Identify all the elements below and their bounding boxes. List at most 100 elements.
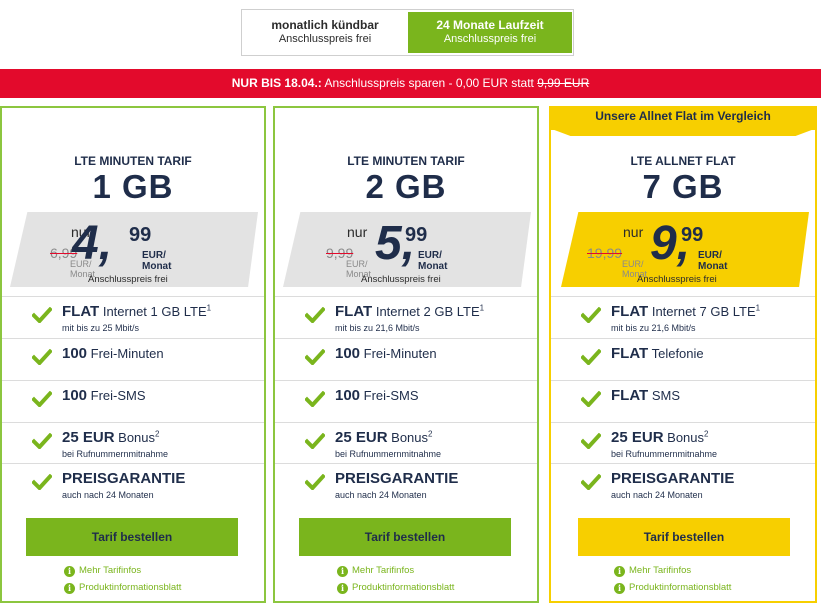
product-info-sheet-link[interactable]: i Produktinformationsblatt [614,582,731,594]
tariff-name: LTE MINUTEN TARIF [347,154,465,168]
link-label: Produktinformationsblatt [629,582,732,593]
option-24-months[interactable]: 24 Monate Laufzeit Anschlusspreis frei [408,12,572,53]
feature-row: 100 Frei-Minuten [275,338,537,380]
option-subtitle: Anschlusspreis frei [278,33,372,45]
price-prefix: nur [347,224,368,240]
feature-label: Bonus [114,430,156,445]
feature-bold: PREISGARANTIE [62,470,186,487]
feature-text: FLAT Telefonie [611,345,704,362]
feature-row: 25 EUR Bonus2 bei Rufnummernmitnahme [2,422,264,464]
order-tariff-button[interactable]: Tarif bestellen [578,518,790,556]
feature-bold: FLAT [611,345,649,362]
feature-row: FLAT SMS [551,380,815,422]
tariff-card: Unsere Allnet Flat im Vergleich LTE ALLNE… [549,106,817,603]
comparison-ribbon: Unsere Allnet Flat im Vergleich [549,106,817,130]
feature-subtext: auch nach 24 Monaten [611,490,703,500]
checkmark-icon [31,432,53,450]
tariff-name: LTE MINUTEN TARIF [74,154,192,168]
feature-label: SMS [648,388,681,403]
order-tariff-button[interactable]: Tarif bestellen [26,518,238,556]
promo-date: NUR BIS 18.04.: [231,76,322,90]
checkmark-icon [580,473,602,491]
checkmark-icon [304,348,326,366]
checkmark-icon [304,432,326,450]
feature-bold: PREISGARANTIE [611,470,735,487]
more-tariff-info-link[interactable]: i Mehr Tarifinfos [337,565,414,577]
product-info-sheet-link[interactable]: i Produktinformationsblatt [64,582,181,594]
feature-bold: 25 EUR [62,429,115,446]
price-unit: EUR/ Monat [142,250,172,272]
feature-row: 100 Frei-SMS [275,380,537,422]
feature-row: 25 EUR Bonus2 bei Rufnummernmitnahme [275,422,537,464]
feature-bold: 100 [62,387,88,404]
info-icon: i [64,583,75,594]
promo-old-price: 9,99 EUR [537,76,590,90]
feature-row: FLAT Internet 2 GB LTE1 mit bis zu 21,6 M… [275,296,537,338]
feature-text: PREISGARANTIE [611,470,734,487]
checkmark-icon [304,306,326,324]
feature-text: 25 EUR Bonus2 [62,429,159,446]
feature-subtext: bei Rufnummernmitnahme [335,449,442,459]
feature-row: 100 Frei-Minuten [2,338,264,380]
footnote-mark: 1 [479,303,485,313]
tariff-card: LTE MINUTEN TARIF 2 GB nur 9,99 EUR/ Monat 5,… [273,106,539,603]
checkmark-icon [304,390,326,408]
feature-text: FLAT Internet 7 GB LTE1 [611,303,760,320]
feature-text: 100 Frei-Minuten [62,345,164,362]
option-monthly-cancelable[interactable]: monatlich kündbar Anschlusspreis frei [244,12,406,53]
feature-bold: FLAT [335,303,373,320]
tariff-name: LTE ALLNET FLAT [630,154,736,168]
feature-label: Bonus [387,430,429,445]
feature-bold: 25 EUR [335,429,388,446]
feature-row: 25 EUR Bonus2 bei Rufnummernmitnahme [551,422,815,464]
feature-bold: 100 [335,387,361,404]
checkmark-icon [31,390,53,408]
product-info-sheet-link[interactable]: i Produktinformationsblatt [337,582,454,594]
feature-text: PREISGARANTIE [62,470,185,487]
info-icon: i [64,566,75,577]
feature-bold: PREISGARANTIE [335,470,459,487]
feature-text: 25 EUR Bonus2 [611,429,708,446]
feature-label: Bonus [663,430,705,445]
feature-text: 100 Frei-SMS [62,387,146,404]
feature-text: FLAT Internet 1 GB LTE1 [62,303,211,320]
feature-text: FLAT SMS [611,387,680,404]
link-label: Mehr Tarifinfos [352,565,415,576]
feature-label: Frei-Minuten [87,346,164,361]
footnote-mark: 2 [704,429,709,439]
feature-bold: 25 EUR [611,429,664,446]
order-tariff-button[interactable]: Tarif bestellen [299,518,511,556]
feature-bold: 100 [62,345,88,362]
feature-label: Frei-SMS [87,388,146,403]
link-label: Produktinformationsblatt [79,582,182,593]
more-tariff-info-link[interactable]: i Mehr Tarifinfos [614,565,691,577]
price-prefix: nur [623,224,644,240]
price-cents: 99 [681,224,704,246]
checkmark-icon [580,432,602,450]
feature-subtext: mit bis zu 25 Mbit/s [62,323,140,333]
feature-row: 100 Frei-SMS [2,380,264,422]
checkmark-icon [580,306,602,324]
info-icon: i [337,583,348,594]
feature-row: PREISGARANTIE auch nach 24 Monaten [275,463,537,505]
option-title: monatlich kündbar [271,18,379,32]
feature-bold: FLAT [611,303,649,320]
feature-subtext: auch nach 24 Monaten [335,490,427,500]
feature-label: Telefonie [648,346,704,361]
feature-text: PREISGARANTIE [335,470,458,487]
feature-row: FLAT Telefonie [551,338,815,380]
more-tariff-info-link[interactable]: i Mehr Tarifinfos [64,565,141,577]
price-cents: 99 [405,224,428,246]
link-label: Mehr Tarifinfos [79,565,142,576]
price-main: 4, [72,217,113,270]
feature-subtext: auch nach 24 Monaten [62,490,154,500]
connection-fee-note: Anschlusspreis frei [88,274,168,285]
link-label: Produktinformationsblatt [352,582,455,593]
connection-fee-note: Anschlusspreis frei [361,274,441,285]
feature-row: FLAT Internet 7 GB LTE1 mit bis zu 21,6 M… [551,296,815,338]
checkmark-icon [580,348,602,366]
price-unit: EUR/ Monat [698,250,728,272]
feature-bold: 100 [335,345,361,362]
footnote-mark: 1 [206,303,212,313]
feature-label: Internet 1 GB LTE [99,304,207,319]
